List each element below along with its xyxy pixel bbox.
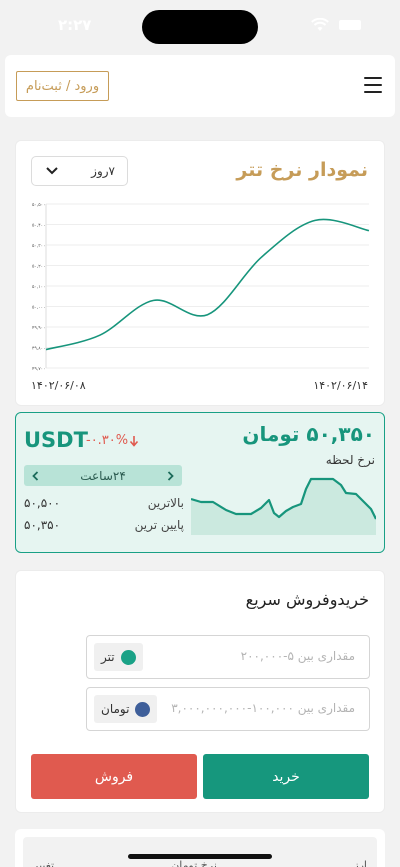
chevron-down-icon xyxy=(46,167,58,175)
live-rate-card: ۵۰,۳۵۰ تومان نرخ لحظه USDT -۰.۳۰% ۲۴ساعت… xyxy=(15,412,385,553)
quick-trade-title: خریدوفروش سریع xyxy=(245,590,369,609)
y-tick-label: ۴۹,۹۰۰ xyxy=(32,326,46,331)
quick-trade-card: خریدوفروش سریع مقداری بین ۵-۲۰۰,۰۰۰ تتر … xyxy=(15,570,385,813)
low-price-value: ۵۰,۳۵۰ xyxy=(24,518,61,532)
tether-amount-field[interactable]: مقداری بین ۵-۲۰۰,۰۰۰ تتر xyxy=(86,635,370,679)
price-table-card: ارز نرخ تومان تغییر xyxy=(15,829,385,867)
chevron-left-icon[interactable] xyxy=(32,470,39,481)
y-tick-label: ۵۰,۵۰۰ xyxy=(32,203,46,208)
status-bar: ۲:۲۷ xyxy=(0,0,400,50)
tether-chart-card: نمودار نرخ تتر ۷روز ۵۰,۵۰۰ ۵۰,۴۰۰ ۵۰,۳۰۰ ۵۰… xyxy=(15,140,385,406)
period-select[interactable]: ۷روز xyxy=(31,156,128,186)
high-price-value: ۵۰,۵۰۰ xyxy=(24,496,61,510)
app-header: ورود / ثبت‌نام xyxy=(5,55,395,117)
currency-symbol: USDT xyxy=(24,428,88,452)
high-price-row: ۵۰,۵۰۰ بالاترین xyxy=(24,496,184,510)
battery-icon xyxy=(339,20,361,30)
chevron-right-icon[interactable] xyxy=(167,470,174,481)
table-header-toman-rate: نرخ تومان xyxy=(171,859,217,867)
sell-button[interactable]: فروش xyxy=(31,754,197,799)
y-tick-label: ۴۹,۸۰۰ xyxy=(32,347,46,352)
price-series-line xyxy=(45,218,370,351)
y-tick-label: ۵۰,۲۰۰ xyxy=(32,265,46,270)
live-price-label: نرخ لحظه xyxy=(325,453,375,467)
y-tick-label: ۵۰,۴۰۰ xyxy=(32,224,46,229)
chart-title: نمودار نرخ تتر xyxy=(236,159,368,181)
y-tick-label: ۵۰,۱۰۰ xyxy=(32,285,46,290)
high-price-label: بالاترین xyxy=(147,496,184,510)
low-price-row: ۵۰,۳۵۰ پایین ترین xyxy=(24,518,184,532)
price-change-percent: -۰.۳۰% xyxy=(86,433,129,448)
buy-button[interactable]: خرید xyxy=(203,754,369,799)
wifi-icon xyxy=(311,18,329,31)
sparkline-24h xyxy=(191,477,376,535)
chart-start-date: ۱۴۰۲/۰۶/۰۸ xyxy=(31,379,86,392)
tether-unit-badge: تتر xyxy=(94,643,143,671)
hamburger-menu-icon[interactable] xyxy=(364,77,382,93)
price-line-chart: ۵۰,۵۰۰ ۵۰,۴۰۰ ۵۰,۳۰۰ ۵۰,۲۰۰ ۵۰,۱۰۰ ۵۰,۰۰۰ ۴۹,۹… xyxy=(32,203,370,372)
live-price: ۵۰,۳۵۰ تومان xyxy=(242,422,375,446)
toman-amount-field[interactable]: مقداری بین ۱۰۰,۰۰۰-۳,۰۰۰,۰۰۰,۰۰۰ تومان xyxy=(86,687,370,731)
toman-unit-badge: تومان xyxy=(94,695,158,723)
tether-unit-label: تتر xyxy=(101,650,115,664)
home-indicator xyxy=(128,854,272,859)
y-tick-label: ۵۰,۰۰۰ xyxy=(32,306,46,311)
y-tick-label: ۴۹,۷۰۰ xyxy=(32,367,46,372)
period-select-value: ۷روز xyxy=(91,164,115,178)
low-price-label: پایین ترین xyxy=(134,518,184,532)
dynamic-island xyxy=(142,10,258,44)
tether-coin-icon xyxy=(120,649,136,665)
toman-unit-label: تومان xyxy=(101,702,130,716)
table-header-change: تغییر xyxy=(33,859,55,867)
toman-amount-placeholder: مقداری بین ۱۰۰,۰۰۰-۳,۰۰۰,۰۰۰,۰۰۰ xyxy=(171,701,355,715)
toman-coin-icon xyxy=(135,701,151,717)
sparkline-area xyxy=(191,479,376,535)
tether-amount-placeholder: مقداری بین ۵-۲۰۰,۰۰۰ xyxy=(240,649,355,663)
price-table-header: ارز نرخ تومان تغییر xyxy=(23,837,377,867)
chart-end-date: ۱۴۰۲/۰۶/۱۴ xyxy=(313,379,368,392)
y-tick-label: ۵۰,۳۰۰ xyxy=(32,243,46,249)
table-header-currency: ارز xyxy=(353,859,367,867)
period-label: ۲۴ساعت xyxy=(80,468,126,483)
login-register-button[interactable]: ورود / ثبت‌نام xyxy=(16,71,109,101)
status-time: ۲:۲۷ xyxy=(58,16,92,34)
period-switcher: ۲۴ساعت xyxy=(24,465,182,486)
arrow-down-icon xyxy=(129,436,139,447)
